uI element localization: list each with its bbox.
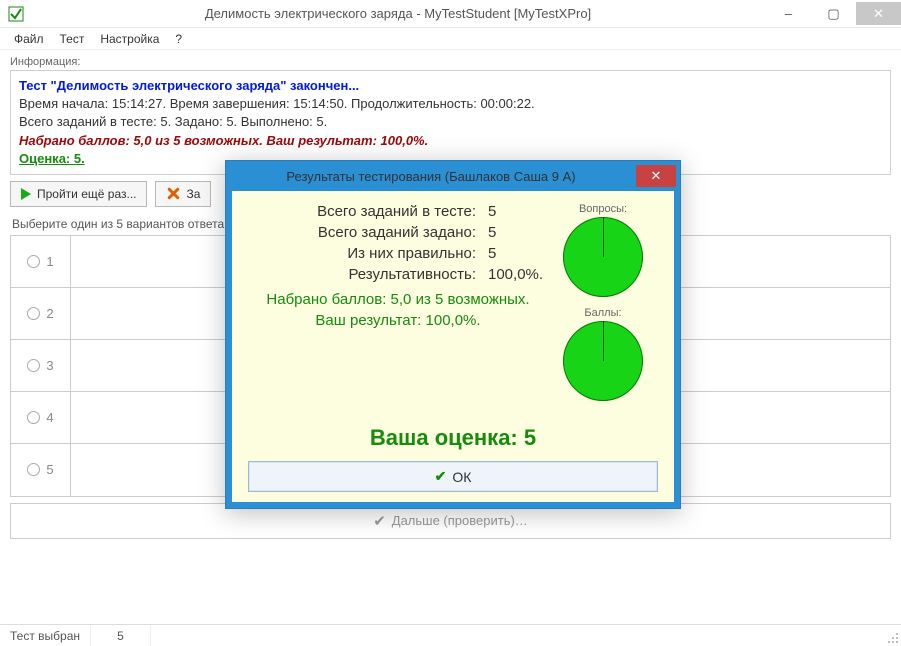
- radio-icon[interactable]: [27, 411, 40, 424]
- radio-icon[interactable]: [27, 255, 40, 268]
- menu-file[interactable]: Файл: [8, 30, 50, 48]
- ok-button[interactable]: ✔ ОК: [248, 461, 658, 492]
- status-num: 5: [91, 625, 151, 646]
- resize-grip-icon[interactable]: [883, 625, 901, 646]
- maximize-button[interactable]: ▢: [811, 2, 856, 25]
- info-headline: Тест "Делимость электрического заряда" з…: [19, 77, 882, 95]
- info-timing: Время начала: 15:14:27. Время завершения…: [19, 95, 882, 113]
- window-title: Делимость электрического заряда - MyTest…: [30, 6, 766, 21]
- info-counts: Всего заданий в тесте: 5. Задано: 5. Вып…: [19, 113, 882, 131]
- check-icon: ✔: [435, 468, 447, 485]
- x-icon: [166, 187, 180, 201]
- stat-correct-label: Из них правильно:: [347, 245, 476, 262]
- radio-icon[interactable]: [27, 359, 40, 372]
- stat-eff-label: Результативность:: [348, 266, 476, 283]
- menu-test[interactable]: Тест: [54, 30, 91, 48]
- stat-total-val: 5: [488, 203, 548, 220]
- info-group-label: Информация:: [10, 56, 891, 68]
- pie-points-label: Баллы:: [548, 307, 658, 319]
- app-icon: [8, 6, 24, 22]
- retry-button[interactable]: Пройти ещё раз...: [10, 181, 147, 207]
- ok-label: ОК: [452, 469, 471, 485]
- results-dialog: Результаты тестирования (Башлаков Саша 9…: [225, 160, 681, 509]
- answer-num: 2: [46, 306, 53, 321]
- minimize-button[interactable]: –: [766, 2, 811, 25]
- answer-num: 5: [46, 462, 53, 477]
- info-group: Информация: Тест "Делимость электрическо…: [10, 56, 891, 175]
- menu-help[interactable]: ?: [169, 30, 188, 48]
- answer-num: 3: [46, 358, 53, 373]
- next-label: Дальше (проверить)…: [392, 513, 528, 528]
- answer-num: 1: [46, 254, 53, 269]
- stat-total-label: Всего заданий в тесте:: [317, 203, 476, 220]
- stat-asked-val: 5: [488, 224, 548, 241]
- dialog-title: Результаты тестирования (Башлаков Саша 9…: [226, 169, 636, 184]
- score-msg-2: Ваш результат: 100,0%.: [248, 312, 548, 329]
- grade-text: Ваша оценка: 5: [248, 425, 658, 451]
- retry-label: Пройти ещё раз...: [37, 187, 136, 201]
- stat-asked-label: Всего заданий задано:: [318, 224, 476, 241]
- menu-settings[interactable]: Настройка: [94, 30, 165, 48]
- score-msg-1: Набрано баллов: 5,0 из 5 возможных.: [248, 291, 548, 308]
- info-score: Набрано баллов: 5,0 из 5 возможных. Ваш …: [19, 132, 882, 150]
- pie-questions-label: Вопросы:: [548, 203, 658, 215]
- dialog-titlebar: Результаты тестирования (Башлаков Саша 9…: [226, 161, 680, 191]
- close-button[interactable]: ✕: [856, 2, 901, 25]
- pie-points: [563, 321, 643, 401]
- finish-button[interactable]: За: [155, 181, 211, 207]
- pie-questions: [563, 217, 643, 297]
- finish-label: За: [186, 187, 200, 201]
- play-icon: [21, 188, 31, 200]
- dialog-close-button[interactable]: ✕: [636, 165, 676, 187]
- radio-icon[interactable]: [27, 463, 40, 476]
- titlebar: Делимость электрического заряда - MyTest…: [0, 0, 901, 28]
- statusbar: Тест выбран 5: [0, 624, 901, 646]
- stat-eff-val: 100,0%.: [488, 266, 548, 283]
- status-left: Тест выбран: [0, 625, 91, 646]
- status-spacer: [151, 625, 883, 646]
- stat-correct-val: 5: [488, 245, 548, 262]
- menubar: Файл Тест Настройка ?: [0, 28, 901, 50]
- check-icon: ✔: [373, 512, 386, 530]
- radio-icon[interactable]: [27, 307, 40, 320]
- answer-num: 4: [46, 410, 53, 425]
